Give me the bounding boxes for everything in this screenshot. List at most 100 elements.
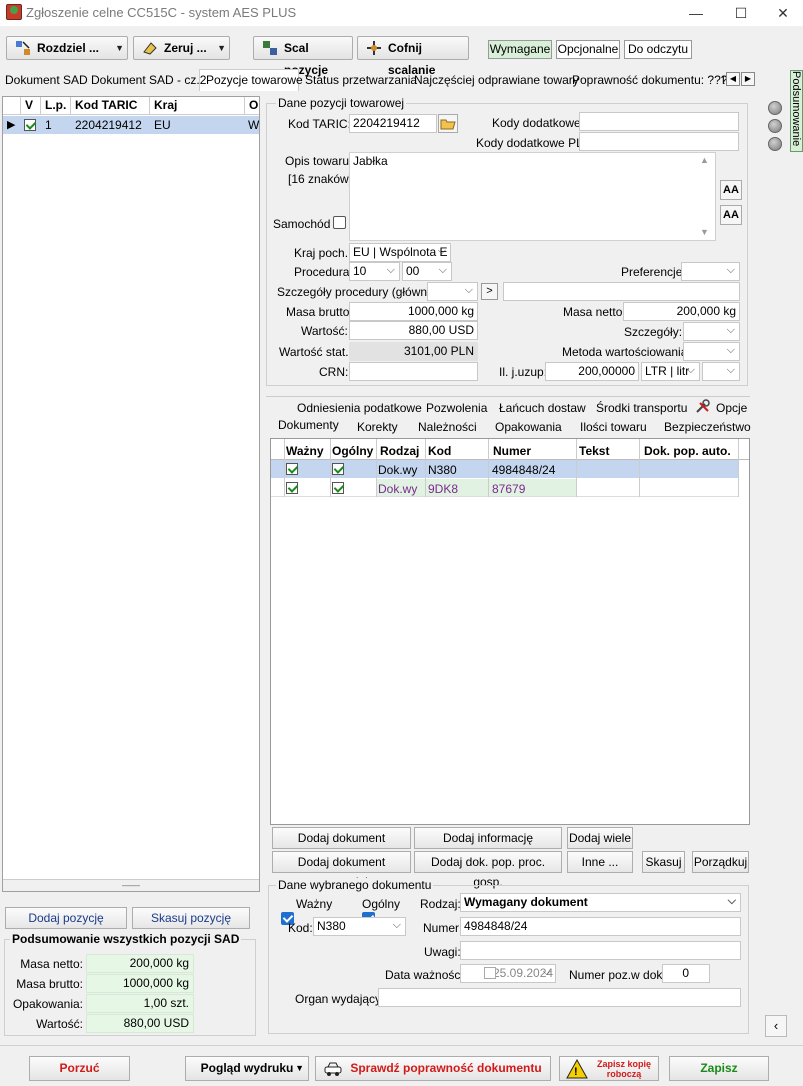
- save-button[interactable]: Zapisz: [669, 1056, 769, 1081]
- procedura-select-2[interactable]: 00: [402, 262, 452, 281]
- tab-scroll-right[interactable]: ▶: [741, 72, 755, 86]
- zeruj-button[interactable]: Zeruj ... ▼: [133, 36, 230, 60]
- col-dok-pop[interactable]: Dok. pop. auto.: [644, 444, 731, 458]
- col-wazny[interactable]: Ważny: [286, 444, 324, 458]
- kody-dodatkowe-pl-input[interactable]: [579, 132, 739, 151]
- arrange-button[interactable]: Porządkuj: [692, 851, 749, 873]
- add-previous-proc-button[interactable]: Dodaj dok. pop. proc. gosp.: [414, 851, 562, 889]
- chevron-left-icon[interactable]: ‹: [765, 1015, 787, 1037]
- delete-position-button[interactable]: Skasuj pozycję: [132, 907, 250, 929]
- tab-opcje[interactable]: Opcje: [716, 401, 747, 415]
- szczegoly-procedury-button[interactable]: >: [481, 283, 498, 300]
- tools-icon[interactable]: [694, 399, 712, 415]
- szczegoly-select[interactable]: [683, 322, 740, 341]
- table-row[interactable]: Dok.wy 9DK8 87679: [271, 479, 738, 497]
- row-ogolny-checkbox[interactable]: [332, 463, 344, 475]
- minimize-button[interactable]: —: [676, 2, 716, 24]
- print-preview-button[interactable]: Pogląd wydruku ▼: [185, 1056, 309, 1081]
- data-waznosci-picker[interactable]: 25.09.2024: [460, 964, 556, 983]
- tab-najczesciej[interactable]: Najczęściej odprawiane towary: [414, 73, 579, 87]
- tab-dokument-sad[interactable]: Dokument SAD: [5, 73, 88, 87]
- col-lp[interactable]: L.p.: [41, 97, 71, 114]
- kod-select[interactable]: N380: [313, 917, 406, 936]
- szczegoly-procedury-select[interactable]: [427, 282, 478, 301]
- tab-status[interactable]: Status przetwarzania: [305, 73, 417, 87]
- row-wazny-checkbox[interactable]: [286, 463, 298, 475]
- numer-input[interactable]: 4984848/24: [460, 917, 741, 936]
- font-decrease-icon[interactable]: AA: [720, 205, 742, 225]
- rodzaj-select[interactable]: Wymagany dokument: [460, 893, 741, 912]
- scroll-down-icon[interactable]: ▼: [700, 227, 709, 237]
- add-previous-doc-button[interactable]: Dodaj dokument poprzedni: [272, 851, 411, 889]
- documents-grid[interactable]: Ważny Ogólny Rodzaj Kod Numer Tekst Dok.…: [270, 438, 750, 825]
- tab-lancuch[interactable]: Łańcuch dostaw: [499, 401, 586, 415]
- masa-brutto-input[interactable]: 1000,000 kg: [349, 302, 478, 321]
- il-extra-select[interactable]: [702, 362, 740, 381]
- col-rodzaj[interactable]: Rodzaj: [380, 444, 419, 458]
- scal-button[interactable]: Scal pozycje: [253, 36, 353, 77]
- tab-korekty[interactable]: Korekty: [357, 420, 398, 434]
- tab-opakowania[interactable]: Opakowania: [495, 420, 562, 434]
- tab-pozycje-towarowe[interactable]: Pozycje towarowe: [206, 73, 303, 87]
- add-position-button[interactable]: Dodaj pozycję: [5, 907, 127, 929]
- masa-netto-input[interactable]: 200,000 kg: [623, 302, 740, 321]
- discard-button[interactable]: Porzuć: [29, 1056, 130, 1081]
- col-kraj[interactable]: Kraj: [150, 97, 245, 114]
- kraj-pochodzenia-select[interactable]: EU | Wspólnota E: [349, 243, 451, 262]
- cofnij-button[interactable]: Cofnij scalanie: [357, 36, 469, 77]
- mode-wymagane[interactable]: Wymagane: [488, 40, 552, 59]
- tab-naleznosci[interactable]: Należności: [418, 420, 477, 434]
- preferencje-select[interactable]: [681, 262, 740, 281]
- uwagi-input[interactable]: [460, 941, 741, 960]
- col-tekst[interactable]: Tekst: [579, 444, 609, 458]
- font-increase-icon[interactable]: AA: [720, 180, 742, 200]
- il-uzup-input[interactable]: 200,00000: [545, 362, 639, 381]
- mode-do-odczytu[interactable]: Do odczytu: [624, 40, 692, 59]
- numer-poz-input[interactable]: 0: [662, 964, 710, 983]
- tab-more[interactable]: l: [722, 73, 725, 87]
- il-unit-select[interactable]: LTR | litr: [641, 362, 700, 381]
- add-info-button[interactable]: Dodaj informację dodatkową: [414, 827, 562, 865]
- tab-scroll-left[interactable]: ◀: [726, 72, 740, 86]
- save-draft-button[interactable]: ! Zapisz kopię roboczą: [559, 1056, 659, 1081]
- tab-bezpieczenstwo[interactable]: Bezpieczeństwo: [664, 420, 751, 434]
- side-circle-icon[interactable]: [768, 101, 782, 115]
- date-checkbox[interactable]: [484, 967, 496, 979]
- mode-opcjonalne[interactable]: Opcjonalne: [556, 40, 620, 59]
- tab-pozwolenia[interactable]: Pozwolenia: [426, 401, 487, 415]
- tab-dokumenty[interactable]: Dokumenty: [278, 418, 339, 432]
- splitter[interactable]: ——: [3, 879, 259, 891]
- add-many-button[interactable]: Dodaj wiele: [567, 827, 633, 849]
- col-v[interactable]: V: [21, 97, 41, 114]
- szczegoly-procedury-input[interactable]: [503, 282, 740, 301]
- maximize-button[interactable]: ☐: [721, 2, 761, 24]
- row-checkbox[interactable]: [24, 119, 36, 131]
- tab-poprawnosc[interactable]: Poprawność dokumentu: ???: [572, 73, 727, 87]
- organ-input[interactable]: [378, 988, 741, 1007]
- scroll-up-icon[interactable]: ▲: [700, 155, 709, 165]
- table-row[interactable]: ▶ 1 2204219412 EU Wi: [3, 116, 259, 134]
- col-op[interactable]: Op: [245, 97, 259, 114]
- samochod-checkbox[interactable]: [333, 216, 346, 229]
- close-button[interactable]: ✕: [763, 2, 803, 24]
- crn-input[interactable]: [349, 362, 478, 381]
- tab-dokument-sad-cz2[interactable]: Dokument SAD - cz.2: [91, 73, 206, 87]
- col-ogolny[interactable]: Ogólny: [332, 444, 373, 458]
- procedura-select-1[interactable]: 10: [349, 262, 400, 281]
- tab-srodki[interactable]: Środki transportu: [596, 401, 687, 415]
- row-wazny-checkbox[interactable]: [286, 482, 298, 494]
- rozdziel-button[interactable]: Rozdziel ... ▼: [6, 36, 128, 60]
- side-tab-podsumowanie[interactable]: Podsumowanie: [790, 70, 803, 152]
- other-button[interactable]: Inne ...: [567, 851, 633, 873]
- side-circle-icon[interactable]: [768, 119, 782, 133]
- wartosc-input[interactable]: 880,00 USD: [349, 321, 478, 340]
- tab-odniesienia[interactable]: Odniesienia podatkowe: [297, 401, 422, 415]
- side-circle-icon[interactable]: [768, 137, 782, 151]
- kod-taric-input[interactable]: 2204219412: [349, 114, 437, 133]
- table-row[interactable]: Dok.wy N380 4984848/24: [271, 460, 738, 478]
- col-numer[interactable]: Numer: [493, 444, 531, 458]
- col-kod-taric[interactable]: Kod TARIC: [71, 97, 150, 114]
- col-kod[interactable]: Kod: [428, 444, 451, 458]
- opis-towaru-textarea[interactable]: Jabłka: [349, 152, 716, 241]
- add-required-doc-button[interactable]: Dodaj dokument wymagany: [272, 827, 411, 865]
